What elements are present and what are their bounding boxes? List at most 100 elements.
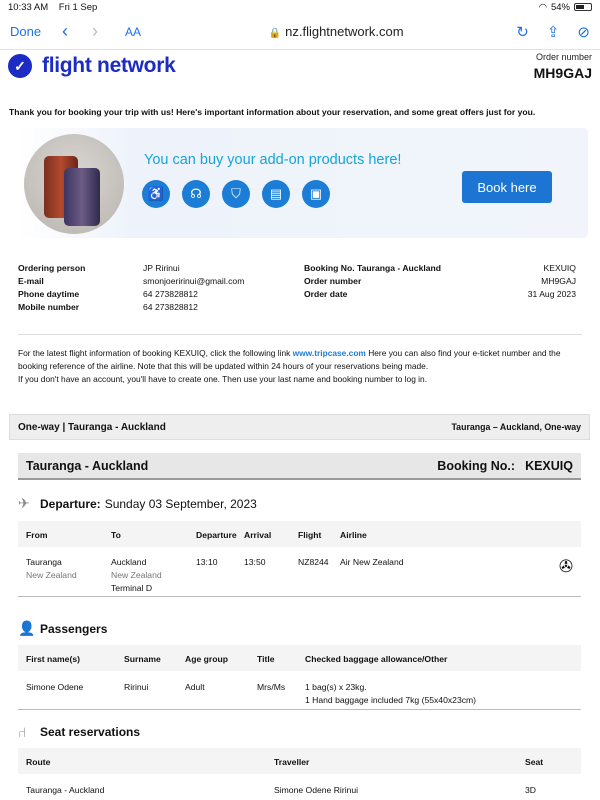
passenger-age-group: Adult: [185, 682, 205, 692]
info-label: Phone daytime: [18, 289, 80, 299]
from-country: New Zealand: [26, 570, 77, 580]
share-icon[interactable]: ⇪: [547, 23, 560, 41]
info-value: smonjoeririnui@gmail.com: [143, 276, 245, 286]
address-bar[interactable]: 🔒 nz.flightnetwork.com: [156, 24, 516, 39]
info-label: Mobile number: [18, 302, 80, 312]
document-icon[interactable]: ▤: [262, 180, 290, 208]
to-city: Auckland: [111, 557, 147, 567]
info-value: 64 273828812: [143, 302, 198, 312]
shield-icon[interactable]: ⛉: [222, 180, 250, 208]
info-label: Booking No. Tauranga - Auckland: [304, 263, 442, 273]
seat-reservations-label: Seat reservations: [40, 725, 141, 739]
departure-time: 13:10: [196, 557, 218, 567]
tripcase-notice: For the latest flight information of boo…: [18, 347, 583, 386]
suitcase-image: [24, 134, 124, 234]
seat-icon[interactable]: ♿: [142, 180, 170, 208]
col-header: Traveller: [274, 757, 310, 767]
seat-icon: ⑁: [18, 724, 27, 740]
col-header: Checked baggage allowance/Other: [305, 654, 448, 664]
route-title: Tauranga - Auckland: [26, 458, 149, 473]
info-value: 31 Aug 2023: [527, 289, 576, 299]
hand-baggage: 1 Hand baggage included 7kg (55x40x23cm): [305, 695, 477, 705]
seat-reservations-heading: ⑁ Seat reservations: [18, 724, 144, 740]
booking-no-value: KEXUIQ: [525, 458, 573, 473]
text-size-button[interactable]: AA: [110, 25, 156, 39]
to-country: New Zealand: [111, 570, 162, 580]
email-header: ✓ flight network Order number MH9GAJ: [0, 50, 600, 100]
status-date: Fri 1 Sep: [58, 1, 98, 13]
info-value: MH9GAJ: [541, 276, 576, 286]
brand-name: flight network: [42, 54, 176, 77]
flight-table-header: From To Departure Arrival Flight Airline: [18, 521, 581, 547]
col-header: Arrival: [244, 530, 272, 540]
browser-toolbar: Done ‹ › AA 🔒 nz.flightnetwork.com ↻ ⇪ ⊘: [0, 14, 600, 50]
col-header: Departure: [196, 530, 237, 540]
info-label: Ordering person: [18, 263, 86, 273]
terminal: Terminal D: [111, 583, 153, 593]
col-header: Seat: [525, 757, 544, 767]
flight-network-logo: ✓ flight network: [8, 54, 176, 78]
passenger-title: Mrs/Ms: [257, 682, 286, 692]
col-header: From: [26, 530, 48, 540]
reload-icon[interactable]: ↻: [516, 23, 529, 41]
tripcase-link[interactable]: www.tripcase.com: [293, 348, 366, 358]
back-icon[interactable]: ‹: [50, 21, 80, 42]
seat-number: 3D: [525, 785, 536, 795]
flight-number: NZ8244: [298, 557, 329, 567]
contact-info: Ordering person JP Ririnui E-mail smonjoer…: [18, 262, 288, 314]
seat-traveller: Simone Odene Ririnui: [274, 785, 359, 795]
departure-label: Departure:: [40, 496, 101, 511]
addon-icons: ♿ ☊ ⛉ ▤ ▣: [142, 180, 330, 208]
trip-summary-right: Tauranga – Auckland, One-way: [451, 422, 581, 432]
col-header: Flight: [298, 530, 322, 540]
departure-heading: ✈ Departure: Sunday 03 September, 2023: [18, 495, 257, 512]
divider: [18, 709, 581, 710]
checked-baggage: 1 bag(s) x 23kg.: [305, 682, 367, 692]
booking-no-label: Booking No.:: [437, 458, 516, 473]
arrival-time: 13:50: [244, 557, 266, 567]
thanks-message: Thank you for booking your trip with us!…: [9, 107, 536, 117]
addon-promo-banner: You can buy your add-on products here! ♿…: [18, 128, 588, 238]
info-value: 64 273828812: [143, 289, 198, 299]
compass-icon[interactable]: ⊘: [577, 23, 590, 41]
passenger-table-header: First name(s) Surname Age group Title Ch…: [18, 645, 581, 671]
info-value: KEXUIQ: [543, 263, 576, 273]
order-number-box: Order number MH9GAJ: [534, 52, 592, 81]
promo-title: You can buy your add-on products here!: [144, 152, 402, 168]
status-bar: 10:33 AM Fri 1 Sep ◠ 54%: [0, 0, 600, 14]
passengers-heading: 👤 Passengers: [18, 620, 111, 637]
passenger-first-name: Simone Odene: [26, 682, 84, 692]
battery-icon: [574, 3, 592, 11]
notice-text-3: If you don't have an account, you'll hav…: [18, 374, 428, 384]
status-time: 10:33 AM: [8, 1, 49, 13]
trip-summary-band: One-way | Tauranga - Auckland Tauranga –…: [9, 414, 590, 440]
col-header: First name(s): [26, 654, 80, 664]
lock-icon: 🔒: [268, 28, 282, 39]
divider: [18, 596, 581, 597]
airline-name: Air New Zealand: [340, 557, 404, 567]
booking-details: Booking No. Tauranga - Auckland KEXUIQ Or…: [304, 262, 576, 301]
wifi-icon: ◠: [538, 1, 547, 13]
trip-summary-left: One-way | Tauranga - Auckland: [18, 421, 166, 433]
notice-text: For the latest flight information of boo…: [18, 348, 293, 358]
person-icon: 👤: [18, 620, 36, 636]
info-value: JP Ririnui: [143, 263, 180, 273]
col-header: Route: [26, 757, 51, 767]
col-header: Airline: [340, 530, 367, 540]
forward-icon[interactable]: ›: [80, 21, 110, 42]
battery-percent: 54%: [550, 1, 570, 13]
book-here-button[interactable]: Book here: [462, 171, 552, 203]
baggage-icon[interactable]: ▣: [302, 180, 330, 208]
done-button[interactable]: Done: [10, 24, 50, 39]
passengers-label: Passengers: [40, 621, 108, 636]
info-label: E-mail: [18, 276, 44, 286]
info-label: Order date: [304, 289, 348, 299]
headset-icon[interactable]: ☊: [182, 180, 210, 208]
order-number-label: Order number: [535, 52, 592, 62]
departure-date: Sunday 03 September, 2023: [104, 496, 257, 511]
seat-table-header: Route Traveller Seat: [18, 748, 581, 774]
airplane-icon: ✈: [18, 495, 30, 511]
info-label: Order number: [304, 276, 362, 286]
passenger-surname: Ririnui: [124, 682, 149, 692]
col-header: Title: [257, 654, 275, 664]
